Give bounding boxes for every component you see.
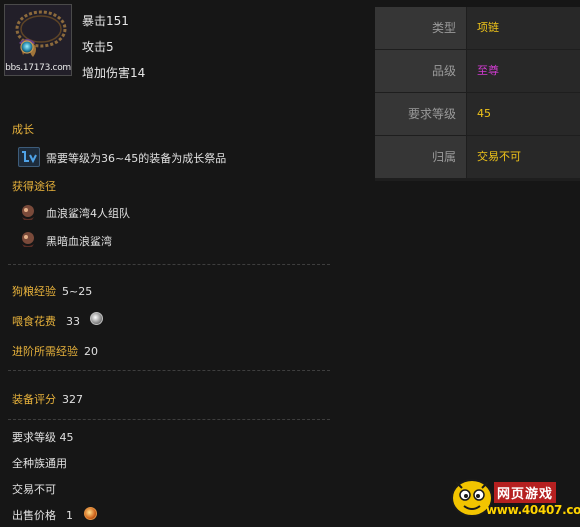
gear-score-label: 装备评分	[12, 393, 56, 406]
advance-exp-label: 进阶所需经验	[12, 345, 78, 358]
attribute-label: 类型	[375, 7, 466, 49]
silver-coin-icon	[90, 312, 103, 325]
race-restriction: 全种族通用	[12, 457, 67, 470]
gear-score-value: 327	[62, 393, 83, 406]
source-icon-2	[18, 230, 38, 248]
sell-price-value: 1	[66, 509, 73, 522]
growth-heading: 成长	[12, 123, 34, 136]
source-icon-1	[18, 203, 38, 221]
attribute-value: 45	[467, 93, 580, 135]
obtain-heading: 获得途径	[12, 180, 56, 193]
source-link-1[interactable]: 血浪鲨湾4人组队	[46, 205, 130, 221]
item-icon-necklace: bbs.17173.com	[4, 4, 72, 76]
sell-price-label: 出售价格	[12, 509, 56, 522]
gear-score-row: 装备评分 327	[12, 391, 83, 407]
divider	[8, 419, 330, 420]
advance-exp-value: 20	[84, 345, 98, 358]
source-link-2[interactable]: 黑暗血浪鲨湾	[46, 233, 112, 249]
attribute-row-grade: 品级 至尊	[375, 50, 580, 93]
advance-exp-row: 进阶所需经验 20	[12, 343, 98, 359]
divider	[8, 370, 330, 371]
logo-url: www.40407.com	[486, 503, 580, 517]
attribute-value: 至尊	[467, 50, 580, 92]
required-level: 要求等级 45	[12, 431, 74, 444]
site-logo: 网页游戏 www.40407.com	[448, 468, 580, 524]
trade-status: 交易不可	[12, 483, 56, 496]
attribute-row-type: 类型 项链	[375, 7, 580, 50]
attribute-table: 类型 项链 品级 至尊 要求等级 45 归属 交易不可	[375, 7, 580, 181]
sell-price-row: 出售价格 1	[12, 507, 73, 523]
attribute-row-level: 要求等级 45	[375, 93, 580, 136]
dog-food-exp-value: 5~25	[62, 285, 93, 298]
copper-coin-icon	[84, 507, 97, 520]
stat-bonus-damage: 增加伤害14	[82, 66, 146, 80]
attribute-label: 要求等级	[375, 93, 466, 135]
stat-attack: 攻击5	[82, 40, 114, 54]
feed-cost-value: 33	[66, 315, 80, 328]
feed-cost-row: 喂食花费 33	[12, 313, 80, 329]
watermark-text: bbs.17173.com	[5, 63, 71, 73]
growth-text: 需要等级为36~45的装备为成长祭品	[46, 152, 227, 165]
divider	[8, 264, 330, 265]
attribute-value: 项链	[467, 7, 580, 49]
dog-food-exp-row: 狗粮经验 5~25	[12, 283, 92, 299]
dog-food-exp-label: 狗粮经验	[12, 285, 56, 298]
feed-cost-label: 喂食花费	[12, 315, 56, 328]
attribute-value: 交易不可	[467, 136, 580, 178]
stat-crit: 暴击151	[82, 14, 129, 28]
attribute-row-binding: 归属 交易不可	[375, 136, 580, 179]
attribute-label: 品级	[375, 50, 466, 92]
logo-title: 网页游戏	[494, 482, 557, 503]
attribute-label: 归属	[375, 136, 466, 178]
growth-icon	[18, 147, 40, 167]
